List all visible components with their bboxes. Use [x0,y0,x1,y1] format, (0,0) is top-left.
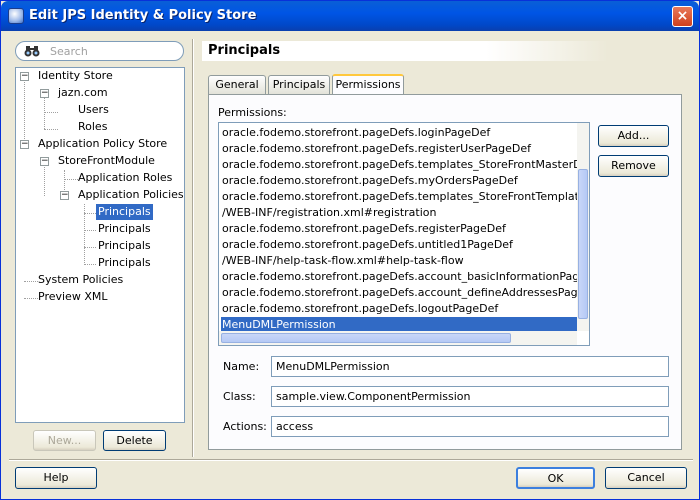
list-item[interactable]: oracle.fodemo.storefront.pageDefs.myOrde… [221,173,577,189]
name-label: Name: [223,360,260,373]
tree-item-roles[interactable]: Roles [76,119,109,135]
window-title: Edit JPS Identity & Policy Store [29,8,257,23]
panel-title: Principals [202,41,608,61]
list-item[interactable]: oracle.fodemo.storefront.pageDefs.logout… [221,301,577,317]
binoculars-icon [24,46,40,57]
tree-item-application-roles[interactable]: Application Roles [76,170,174,186]
add-button[interactable]: Add... [598,125,669,147]
tree-item-application-policies[interactable]: Application Policies [76,187,184,203]
title-bar[interactable]: Edit JPS Identity & Policy Store × [1,1,699,31]
footer-divider [9,459,693,461]
tree-item-system-policies[interactable]: System Policies [36,272,125,288]
tab-permissions[interactable]: Permissions [332,74,404,95]
list-item[interactable]: oracle.fodemo.storefront.pageDefs.regist… [221,141,577,157]
app-icon [8,8,24,24]
tree-item-principals[interactable]: Principals [96,255,153,271]
permissions-label: Permissions: [218,106,287,119]
list-item[interactable]: /WEB-INF/registration.xml#registration [221,205,577,221]
tree-item-storefront-module[interactable]: StoreFrontModule [56,153,157,169]
tree-item-principals-selected[interactable]: Principals [96,204,153,220]
delete-button[interactable]: Delete [103,430,166,451]
dialog-window: Edit JPS Identity & Policy Store × Searc… [0,0,700,500]
expand-toggle-icon[interactable]: − [60,191,69,200]
expand-toggle-icon[interactable]: − [20,140,29,149]
list-item[interactable]: oracle.fodemo.storefront.pageDefs.regist… [221,221,577,237]
tree-item-principals[interactable]: Principals [96,238,153,254]
tree-item-preview-xml[interactable]: Preview XML [36,289,109,305]
tree-item-identity-store[interactable]: Identity Store [36,68,115,84]
ok-button[interactable]: OK [516,467,595,489]
permissions-list[interactable]: oracle.fodemo.storefront.pageDefs.loginP… [218,122,590,346]
tree-item-application-policy-store[interactable]: Application Policy Store [36,136,169,152]
class-field[interactable]: sample.view.ComponentPermission [271,386,669,407]
tab-general[interactable]: General [208,75,266,95]
search-placeholder: Search [50,45,88,58]
vertical-scrollbar[interactable] [577,123,589,331]
list-item[interactable]: oracle.fodemo.storefront.pageDefs.templa… [221,157,577,173]
tree-item-principals[interactable]: Principals [96,221,153,237]
panel-divider[interactable] [192,39,194,457]
search-input[interactable]: Search [15,41,184,61]
new-button[interactable]: New... [33,430,96,451]
vertical-scroll-thumb[interactable] [578,169,588,319]
list-item[interactable]: /WEB-INF/help-task-flow.xml#help-task-fl… [221,253,577,269]
close-button[interactable]: × [672,6,693,27]
cancel-button[interactable]: Cancel [605,467,687,489]
list-item[interactable]: oracle.fodemo.storefront.pageDefs.templa… [221,189,577,205]
expand-toggle-icon[interactable]: − [20,72,29,81]
actions-label: Actions: [223,420,267,433]
list-item[interactable]: oracle.fodemo.storefront.pageDefs.accoun… [221,285,577,301]
horizontal-scroll-thumb[interactable] [221,333,511,343]
tree-item-users[interactable]: Users [76,102,111,118]
navigation-tree: − Identity Store − jazn.com Users Roles … [15,67,185,423]
list-item[interactable]: oracle.fodemo.storefront.pageDefs.untitl… [221,237,577,253]
horizontal-scrollbar[interactable] [219,331,577,345]
class-label: Class: [223,390,256,403]
list-item[interactable]: oracle.fodemo.storefront.pageDefs.loginP… [221,125,577,141]
tab-principals[interactable]: Principals [268,75,330,95]
name-field[interactable]: MenuDMLPermission [271,356,669,377]
expand-toggle-icon[interactable]: − [40,89,49,98]
remove-button[interactable]: Remove [598,155,669,177]
list-item[interactable]: oracle.fodemo.storefront.pageDefs.accoun… [221,269,577,285]
tree-item-jazn[interactable]: jazn.com [56,85,110,101]
actions-field[interactable]: access [271,416,669,437]
help-button[interactable]: Help [15,467,97,489]
expand-toggle-icon[interactable]: − [40,157,49,166]
